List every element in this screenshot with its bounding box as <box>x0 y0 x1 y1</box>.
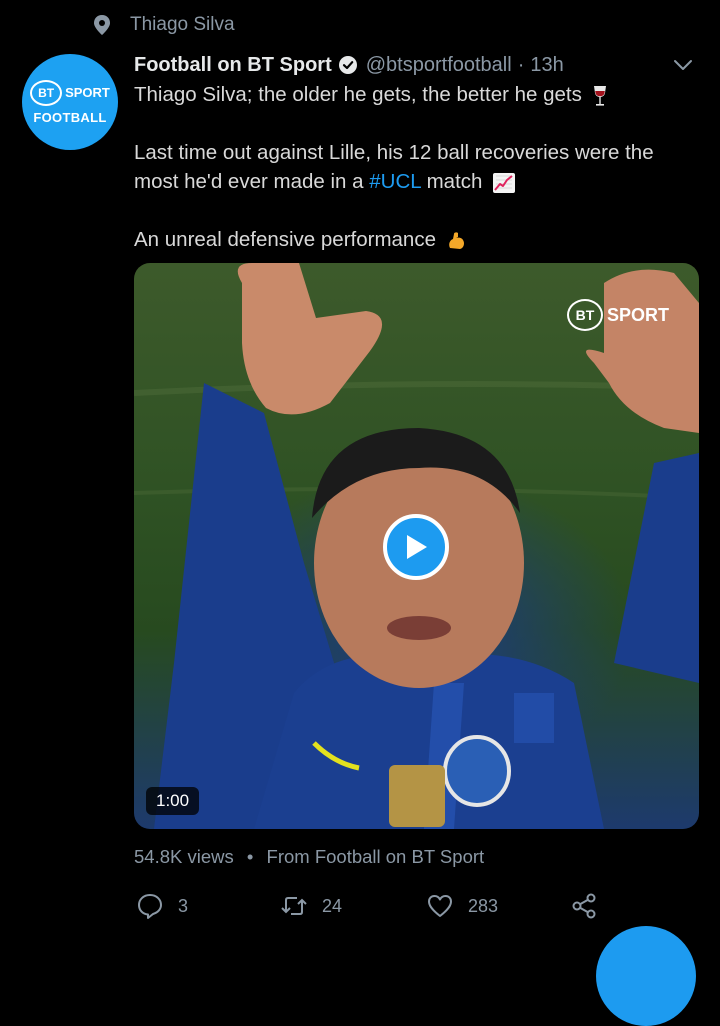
context-label: Thiago Silva <box>130 14 235 35</box>
like-button[interactable]: 283 <box>426 892 498 920</box>
like-count: 283 <box>468 895 499 916</box>
location-pin-icon <box>94 15 110 35</box>
reply-count: 3 <box>178 895 189 916</box>
retweet-count: 24 <box>322 895 343 916</box>
avatar-logo: BT SPORT <box>30 79 110 106</box>
view-count: 54.8K views <box>134 846 234 867</box>
tweet-line: An unreal defensive performance <box>134 225 704 254</box>
retweet-button[interactable]: 24 <box>280 892 342 920</box>
tweet-line: Last time out against Lille, his 12 ball… <box>134 141 654 164</box>
play-icon <box>407 535 427 559</box>
video-watermark: BT SPORT <box>566 299 669 331</box>
video-player[interactable]: BT SPORT 1:00 <box>134 263 699 829</box>
heart-icon <box>428 895 452 917</box>
source-link[interactable]: From Football on BT Sport <box>267 846 485 867</box>
tweet-meta: 54.8K views • From Football on BT Sport <box>134 846 484 868</box>
tweet-header: Football on BT Sport @btsportfootball · … <box>134 50 700 80</box>
header-separator: · <box>517 53 525 76</box>
hashtag-link[interactable]: #UCL <box>369 170 421 193</box>
avatar[interactable]: BT SPORT FOOTBALL <box>22 54 118 150</box>
video-duration: 1:00 <box>146 787 200 815</box>
verified-badge-icon <box>338 56 357 74</box>
share-icon <box>572 893 596 919</box>
compose-fab[interactable] <box>596 926 696 1026</box>
reply-icon <box>138 894 162 919</box>
flexed-biceps-icon <box>448 231 464 249</box>
retweet-icon <box>281 897 307 915</box>
tweet-text: Thiago Silva; the older he gets, the bet… <box>134 80 704 254</box>
tweet-actions: 3 24 283 <box>134 888 614 924</box>
tweet-line: Thiago Silva; the older he gets, the bet… <box>134 80 704 109</box>
play-button[interactable] <box>383 514 449 580</box>
author-name[interactable]: Football on BT Sport <box>134 54 332 77</box>
tweet-timestamp[interactable]: 13h <box>530 54 563 77</box>
reply-button[interactable]: 3 <box>136 892 188 920</box>
share-button[interactable] <box>570 892 598 920</box>
meta-separator: • <box>246 846 254 867</box>
chevron-down-icon[interactable] <box>672 54 694 76</box>
chart-increasing-icon <box>493 172 516 193</box>
social-context[interactable]: Thiago Silva <box>92 10 235 40</box>
tweet-line: most he'd ever made in a #UCL match <box>134 167 704 196</box>
wine-glass-icon <box>593 85 606 106</box>
author-handle[interactable]: @btsportfootball <box>366 54 512 77</box>
